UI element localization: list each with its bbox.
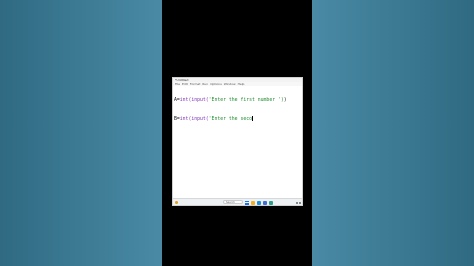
weather-widget[interactable]	[175, 200, 178, 205]
text-cursor	[252, 116, 253, 121]
background-left	[0, 0, 162, 266]
taskbar-search[interactable]: Search	[223, 200, 243, 204]
code-editor[interactable]: A=int(input('Enter the first number ')) …	[174, 86, 301, 198]
edge-icon[interactable]	[257, 200, 261, 205]
background-right	[312, 0, 474, 266]
code-paren: )	[283, 98, 287, 103]
code-line: B=int(input('Enter the seco	[174, 116, 301, 122]
code-string: 'Enter the first number ')	[208, 98, 284, 103]
code-function: int(input(	[179, 117, 209, 122]
code-string: 'Enter the seco	[208, 117, 252, 122]
taskbar-apps	[245, 200, 273, 205]
search-placeholder: Search	[226, 201, 235, 204]
code-line: A=int(input('Enter the first number '))	[174, 98, 301, 104]
taskbar: Search	[173, 198, 302, 205]
python-icon[interactable]	[263, 200, 267, 205]
volume-icon	[299, 201, 301, 204]
network-icon	[296, 201, 298, 204]
system-tray[interactable]	[296, 200, 301, 205]
folder-icon[interactable]	[251, 200, 255, 205]
editor-window: *Untitled File Edit Format Run Options W…	[172, 77, 303, 206]
code-function: int(input(	[179, 98, 209, 103]
app-icon[interactable]	[269, 200, 273, 205]
start-icon[interactable]	[245, 200, 249, 205]
weather-icon	[175, 201, 178, 204]
